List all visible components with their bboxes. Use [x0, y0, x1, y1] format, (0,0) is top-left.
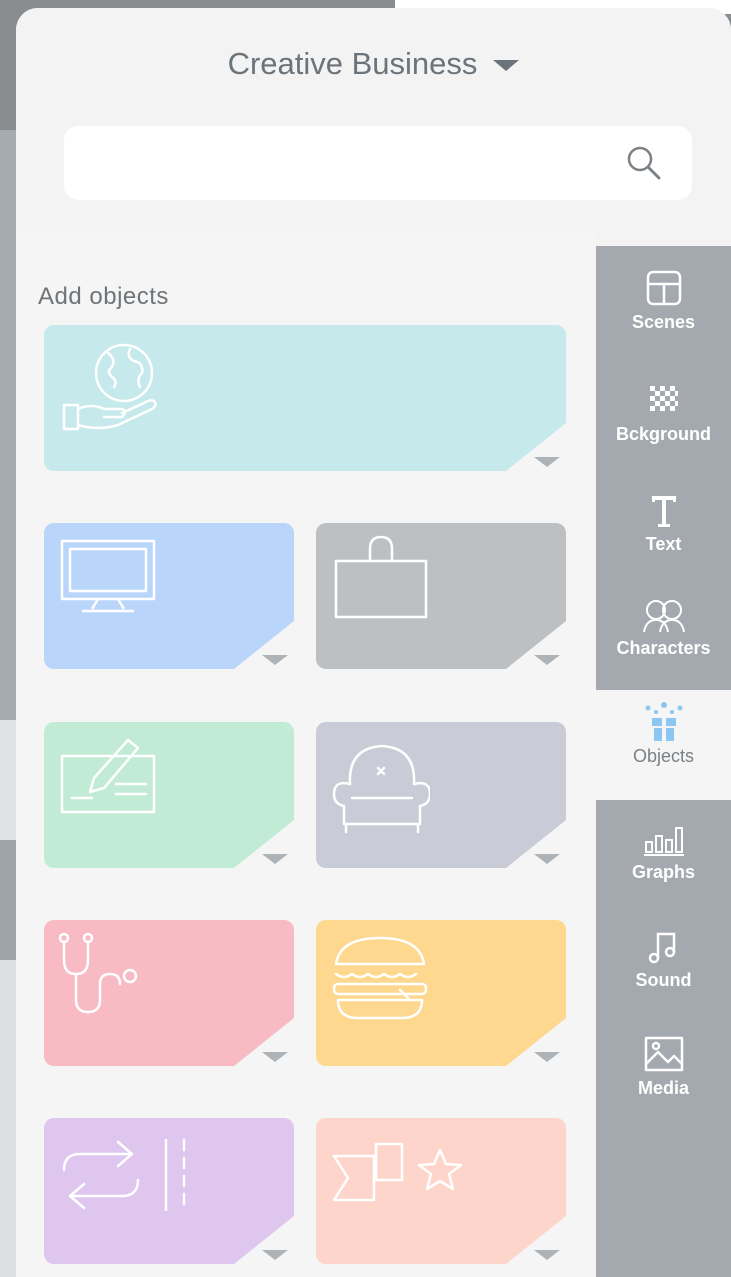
object-tile-globe[interactable] [44, 325, 566, 471]
library-title: Creative Business [227, 46, 478, 81]
characters-icon [642, 600, 685, 633]
sidebar-item-sound[interactable]: Sound [596, 928, 731, 991]
chevron-down-icon [493, 60, 520, 72]
background-window [0, 960, 16, 1277]
object-tile-stethoscope[interactable] [44, 920, 294, 1066]
background-window [0, 130, 16, 720]
sidebar-item-label: Scenes [631, 312, 696, 332]
background-window [0, 720, 16, 840]
objects-icon [645, 702, 682, 741]
sidebar-item-text[interactable]: Text [596, 490, 731, 555]
music-note-icon [648, 932, 675, 964]
sidebar-item-label: Bckground [615, 424, 711, 444]
sidebar-item-label: Media [637, 1078, 689, 1098]
chevron-down-icon[interactable] [534, 1250, 560, 1260]
sidebar-item-label: Graphs [631, 862, 696, 882]
globe-hand-icon [62, 343, 157, 431]
sidebar-item-graphs[interactable]: Graphs [596, 820, 731, 883]
sidebar-item-label: Characters [616, 638, 711, 658]
chevron-down-icon[interactable] [534, 655, 560, 665]
background-window [0, 840, 16, 960]
object-tile-armchair[interactable] [316, 722, 566, 868]
image-icon [644, 1036, 683, 1072]
sidebar-item-characters[interactable]: Characters [596, 598, 731, 659]
sidebar-item-label: Sound [635, 970, 692, 990]
flag-star-icon [332, 1142, 463, 1202]
graphs-icon [643, 827, 684, 856]
check-signing-icon [60, 738, 156, 814]
scenes-icon [646, 270, 681, 306]
chevron-down-icon[interactable] [262, 854, 288, 864]
object-tile-bag[interactable] [316, 523, 566, 669]
object-tile-tv[interactable] [44, 523, 294, 669]
sidebar-item-label: Text [645, 534, 682, 554]
section-label: Add objects [38, 283, 169, 310]
object-tile-flag[interactable] [316, 1118, 566, 1264]
objects-content: Add objects [16, 233, 596, 1277]
chevron-down-icon[interactable] [534, 1052, 560, 1062]
chevron-down-icon[interactable] [262, 1052, 288, 1062]
search-icon[interactable] [624, 143, 664, 183]
panel-header: Creative Business [16, 8, 731, 233]
sidebar-item-objects[interactable]: Objects [596, 690, 731, 800]
shopping-bag-icon [334, 535, 428, 619]
library-dropdown[interactable]: Creative Business [16, 46, 731, 82]
chevron-down-icon[interactable] [534, 457, 560, 467]
object-tile-burger[interactable] [316, 920, 566, 1066]
sidebar-item-background[interactable]: Bckground [596, 380, 731, 445]
chevron-down-icon[interactable] [534, 854, 560, 864]
chevron-down-icon[interactable] [262, 1250, 288, 1260]
armchair-icon [332, 744, 430, 834]
library-panel: Creative Business Add objects Scenes Bck… [16, 8, 731, 1277]
object-tile-arrows[interactable] [44, 1118, 294, 1264]
burger-icon [332, 936, 428, 1020]
exchange-arrows-icon [62, 1138, 186, 1212]
category-sidebar: Scenes Bckground Text Characters Objects… [596, 246, 731, 1277]
sidebar-item-scenes[interactable]: Scenes [596, 268, 731, 333]
stethoscope-icon [58, 932, 138, 1014]
text-icon [651, 496, 676, 527]
background-icon [649, 386, 678, 411]
sidebar-item-media[interactable]: Media [596, 1034, 731, 1099]
chevron-down-icon[interactable] [262, 655, 288, 665]
object-tile-check[interactable] [44, 722, 294, 868]
sidebar-item-label: Objects [632, 746, 695, 766]
television-icon [60, 539, 156, 613]
search-input[interactable] [64, 126, 692, 200]
